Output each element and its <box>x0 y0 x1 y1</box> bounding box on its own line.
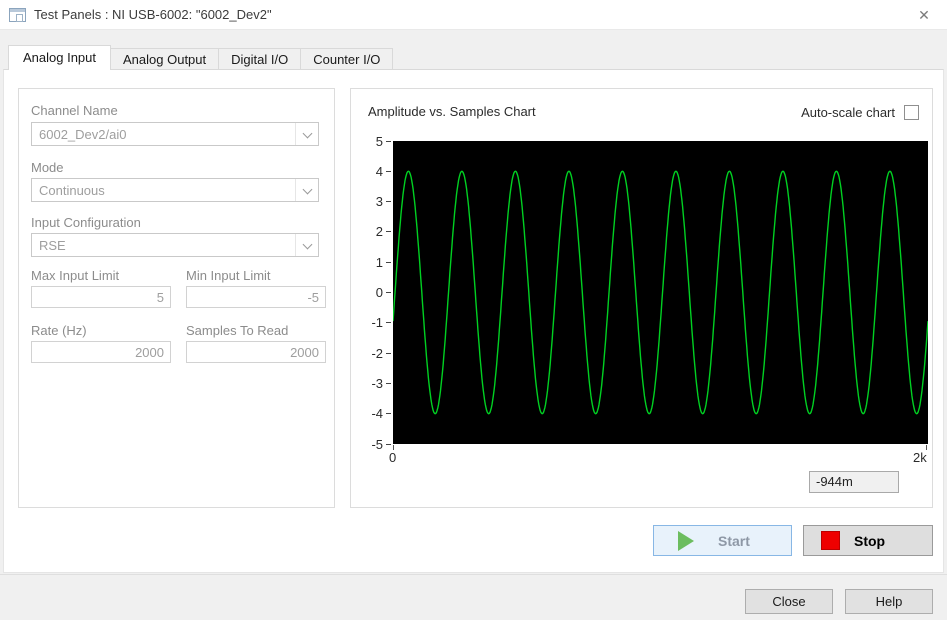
mode-label: Mode <box>31 160 64 175</box>
current-value-indicator: -944m <box>809 471 899 493</box>
y-tick-label: -1 <box>351 315 391 331</box>
start-button[interactable]: Start <box>653 525 792 556</box>
x-tick-label-2k: 2k <box>913 450 927 465</box>
autoscale-control: Auto-scale chart <box>801 105 919 120</box>
mode-value: Continuous <box>39 183 105 198</box>
y-tick-label: 4 <box>351 163 391 179</box>
mode-dropdown[interactable]: Continuous <box>31 178 319 202</box>
channel-name-dropdown[interactable]: 6002_Dev2/ai0 <box>31 122 319 146</box>
stop-square-icon <box>821 531 840 550</box>
channel-name-value: 6002_Dev2/ai0 <box>39 127 127 142</box>
x-tick-label-0: 0 <box>389 450 397 465</box>
chevron-down-icon <box>295 123 318 145</box>
y-tick-label: 1 <box>351 254 391 270</box>
y-tick-label: -5 <box>351 436 391 452</box>
input-configuration-label: Input Configuration <box>31 215 141 230</box>
samples-to-read-label: Samples To Read <box>186 323 289 338</box>
settings-groupbox: Channel Name 6002_Dev2/ai0 Mode Continuo… <box>18 88 335 508</box>
close-button[interactable]: Close <box>745 589 833 614</box>
min-input-limit-label: Min Input Limit <box>186 268 271 283</box>
max-input-limit-label: Max Input Limit <box>31 268 120 283</box>
footer-bar: Close Help <box>0 574 947 620</box>
tab-strip: Analog Input Analog Output Digital I/O C… <box>8 45 394 70</box>
chart-groupbox: Amplitude vs. Samples Chart Auto-scale c… <box>350 88 933 508</box>
stop-button[interactable]: Stop <box>803 525 933 556</box>
y-tick-label: -3 <box>351 375 391 391</box>
sine-waveform <box>392 170 929 415</box>
samples-to-read-field[interactable] <box>186 341 326 363</box>
rate-label: Rate (Hz) <box>31 323 87 338</box>
rate-field[interactable] <box>31 341 171 363</box>
title-bar: Test Panels : NI USB-6002: "6002_Dev2" ✕ <box>0 0 947 30</box>
play-icon <box>678 530 694 551</box>
autoscale-label: Auto-scale chart <box>801 105 895 120</box>
y-tick-label: -4 <box>351 406 391 422</box>
start-button-label: Start <box>718 532 750 549</box>
autoscale-checkbox[interactable] <box>904 105 919 120</box>
y-tick-label: 2 <box>351 224 391 240</box>
tab-analog-input[interactable]: Analog Input <box>8 45 112 70</box>
window-title: Test Panels : NI USB-6002: "6002_Dev2" <box>34 7 272 22</box>
chevron-down-icon <box>295 234 318 256</box>
y-axis: 5 4 3 2 1 0 -1 -2 -3 -4 -5 <box>351 134 391 452</box>
y-tick-label: 3 <box>351 194 391 210</box>
tab-counter-io[interactable]: Counter I/O <box>300 48 394 70</box>
max-input-limit-field[interactable] <box>31 286 171 308</box>
y-tick-label: 5 <box>351 133 391 149</box>
waveform-chart <box>392 141 929 444</box>
input-configuration-value: RSE <box>39 238 66 253</box>
chart-title: Amplitude vs. Samples Chart <box>368 104 536 119</box>
close-icon[interactable]: ✕ <box>909 2 939 28</box>
y-tick-label: 0 <box>351 285 391 301</box>
help-button[interactable]: Help <box>845 589 933 614</box>
min-input-limit-field[interactable] <box>186 286 326 308</box>
tab-analog-output[interactable]: Analog Output <box>110 48 220 70</box>
y-tick-label: -2 <box>351 345 391 361</box>
input-configuration-dropdown[interactable]: RSE <box>31 233 319 257</box>
channel-name-label: Channel Name <box>31 103 118 118</box>
stop-button-label: Stop <box>854 532 886 549</box>
app-window-icon <box>9 8 26 22</box>
chevron-down-icon <box>295 179 318 201</box>
tab-digital-io[interactable]: Digital I/O <box>218 48 302 70</box>
